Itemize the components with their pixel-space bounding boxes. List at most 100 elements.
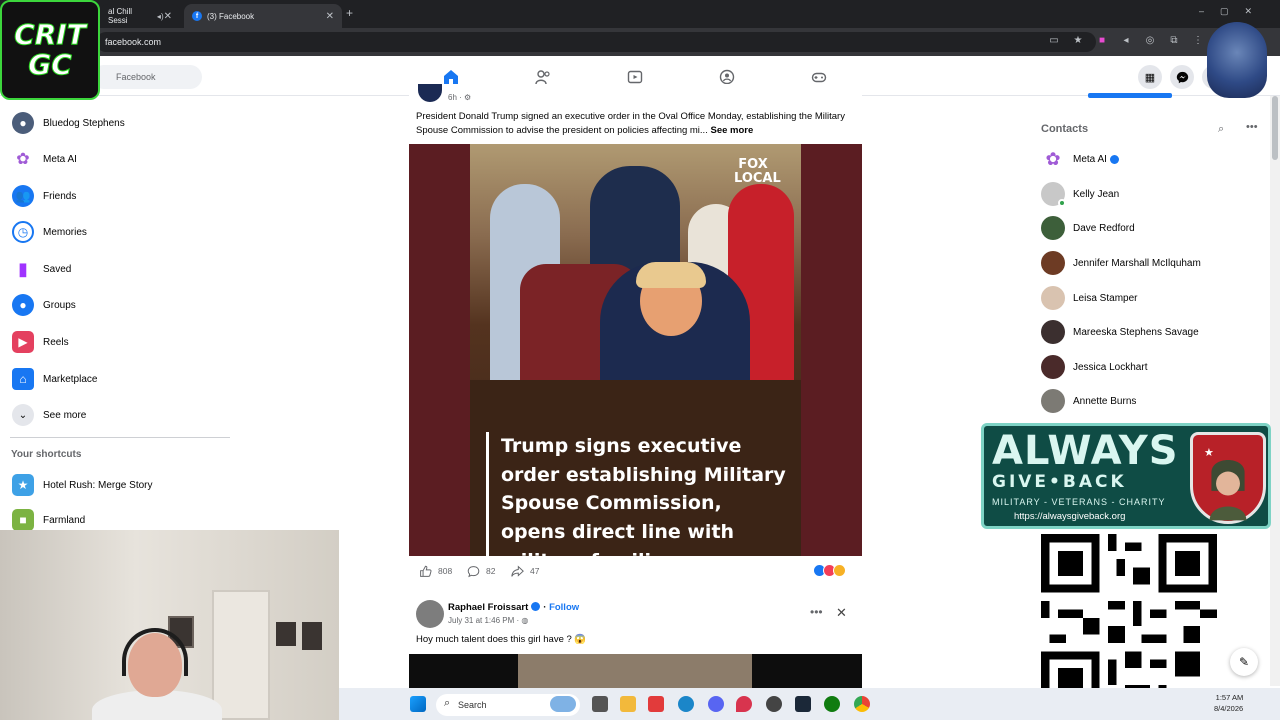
menu-grid-icon[interactable]: ▦ [1138,65,1162,89]
meta-ai-icon: ✿ [1045,149,1061,169]
more-options-icon[interactable]: ••• [810,605,823,619]
app-icon[interactable] [736,696,752,712]
like-button[interactable]: 808 [419,565,452,578]
sidebar-item-friends[interactable]: 👥 Friends [12,182,76,210]
contact-name: Kelly Jean [1073,188,1120,200]
see-more-link[interactable]: See more [710,125,753,136]
scrollbar-thumb[interactable] [1272,96,1278,160]
contact-item[interactable]: Dave Redford [1041,215,1135,241]
cast-icon[interactable]: ▭ [1048,34,1060,46]
close-icon[interactable]: ✕ [164,11,172,22]
sidebar-item-meta-ai[interactable]: ✿ Meta AI [12,145,77,173]
xbox-icon[interactable] [824,696,840,712]
likes-count: 808 [438,566,453,576]
search-icon[interactable]: ⌕ [1218,123,1224,136]
messenger-icon[interactable] [1170,65,1194,89]
sidebar-item-see-more[interactable]: ⌄ See more [12,401,86,429]
avatar [1041,216,1065,240]
speaker-icon: ◂) [156,11,164,21]
webcam-feed [0,530,339,720]
chrome-icon[interactable] [854,696,870,712]
app-icon[interactable] [648,696,664,712]
contact-item[interactable]: ✿ Meta AI [1041,146,1122,172]
contact-item[interactable]: Annette Burns [1041,388,1136,414]
close-icon[interactable]: ✕ [326,11,334,22]
facebook-favicon-icon: f [192,11,202,21]
share-button[interactable]: 47 [511,565,539,578]
post-author[interactable]: Raphael Froissart · Follow [448,602,579,613]
app-icon[interactable] [766,696,782,712]
shortcuts-heading: Your shortcuts [11,449,82,460]
new-tab-button[interactable]: + [346,6,353,20]
scrollbar[interactable] [1270,96,1280,686]
follow-button[interactable]: Follow [549,602,579,613]
reaction-summary[interactable] [813,564,846,577]
shortcut-label: Farmland [43,514,86,526]
contact-item[interactable]: Kelly Jean [1041,181,1119,207]
shares-count: 47 [530,566,540,576]
sidebar-item-marketplace[interactable]: ⌂ Marketplace [12,365,97,393]
svg-text:★: ★ [1204,447,1214,459]
windows-start-icon[interactable] [410,696,426,712]
sidebar-item-label: Marketplace [43,373,98,385]
chevron-down-icon: ⌄ [12,404,34,426]
comments-count: 82 [486,566,496,576]
post-text: Hoy much talent does this girl have ? 😱 [416,634,587,645]
extension-icon[interactable]: ◎ [1144,34,1156,46]
bookmark-icon: ▮ [18,258,28,279]
post-time[interactable]: 6h · ⚙ [448,93,471,102]
system-clock[interactable]: 1:57 AM 8/4/2026 [1214,692,1243,714]
menu-icon[interactable]: ⋮ [1192,34,1204,46]
contact-item[interactable]: Mareeska Stephens Savage [1041,319,1199,345]
globe-icon: ◍ [521,616,529,625]
star-icon[interactable]: ★ [1072,34,1084,46]
tab-label: al Chill Sessi [108,7,133,25]
post-image[interactable] [518,654,752,688]
shortcut-item[interactable]: ★ Hotel Rush: Merge Story [12,471,153,499]
avatar[interactable] [416,600,444,628]
edge-icon[interactable] [678,696,694,712]
sidebar-item-label: Meta AI [43,153,77,165]
close-icon[interactable]: ✕ [836,605,847,621]
sidebar-item-reels[interactable]: ▶ Reels [12,328,69,356]
window-controls[interactable]: –▢✕ [1199,6,1268,17]
sidebar-item-label: Friends [43,190,77,202]
tab-inactive[interactable]: al Chill Sessi ◂) ✕ [100,4,180,28]
friends-icon: 👥 [12,185,34,207]
facebook-search-input[interactable]: Facebook [92,65,202,89]
contact-item[interactable]: Jessica Lockhart [1041,354,1147,380]
avatar [1041,320,1065,344]
sidebar-item-profile[interactable]: ● Bluedog Stephens [12,109,125,137]
sidebar-divider [10,437,230,438]
url-input[interactable]: facebook.com [96,32,1096,52]
avatar [1041,182,1066,207]
new-message-icon[interactable]: ✎ [1230,648,1258,676]
sidebar-item-label: Groups [43,299,76,311]
contact-item[interactable]: Jennifer Marshall McIlquham [1041,250,1201,276]
sidebar-item-saved[interactable]: ▮ Saved [12,255,71,283]
sponsored-bar [1088,93,1172,98]
sidebar-item-label: See more [43,409,87,421]
discord-icon[interactable] [708,696,724,712]
meta-ai-icon: ✿ [16,151,30,168]
sidebar-item-groups[interactable]: ● Groups [12,291,76,319]
image-headline: Trump signs executive order establishing… [486,432,792,576]
widget-icon[interactable] [550,696,576,712]
steam-icon[interactable] [795,696,811,712]
contact-item[interactable]: Leisa Stamper [1041,285,1137,311]
task-view-icon[interactable] [592,696,608,712]
comment-button[interactable]: 82 [467,565,495,578]
reels-icon: ▶ [12,331,34,353]
media-icon[interactable]: ◂ [1120,34,1132,46]
file-explorer-icon[interactable] [620,696,636,712]
puzzle-icon[interactable]: ⧉ [1168,34,1180,46]
tab-active[interactable]: f (3) Facebook ✕ [184,4,342,28]
sidebar-item-memories[interactable]: ◷ Memories [12,218,87,246]
soldier-shield-icon: ★ [1190,432,1266,524]
extension-icon[interactable]: ■ [1096,34,1108,46]
post-time[interactable]: July 31 at 1:46 PM · ◍ [448,616,528,625]
more-options-icon[interactable]: ••• [1246,121,1258,133]
game-icon: ■ [12,509,34,531]
sidebar-item-label: Bluedog Stephens [43,117,125,129]
globe-icon: ⚙ [464,93,472,102]
